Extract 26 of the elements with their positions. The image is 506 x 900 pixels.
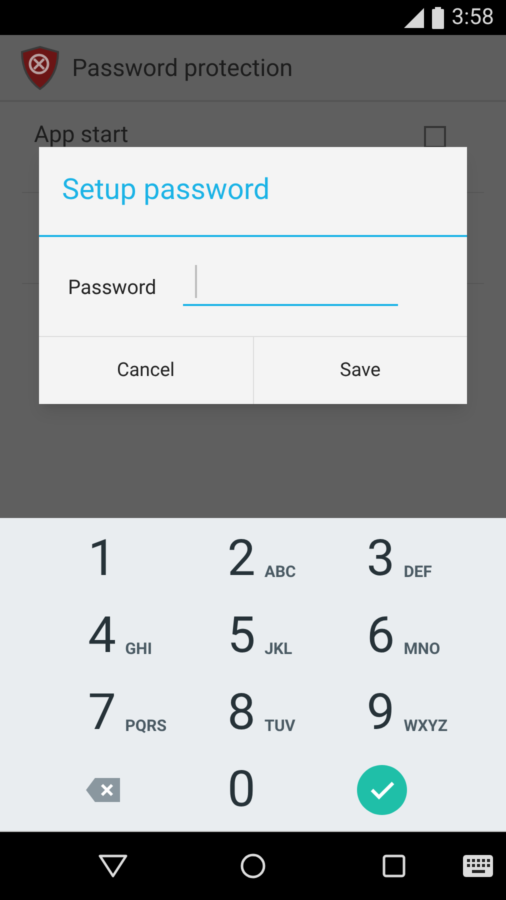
app-title: Password protection (72, 52, 293, 84)
keyboard-icon[interactable] (463, 855, 493, 877)
dialog-title: Setup password (61, 172, 271, 210)
recents-icon[interactable] (382, 854, 406, 878)
keypad-key[interactable]: 5 JKL (227, 610, 292, 661)
dialog-button[interactable]: Save (252, 337, 467, 404)
keypad-key[interactable]: 3 DEF (366, 534, 432, 584)
backspace-icon[interactable] (86, 778, 120, 802)
home-icon[interactable] (240, 853, 266, 879)
keypad-key[interactable]: 9 WXYZ (366, 688, 448, 738)
keypad-key[interactable]: 0 (227, 765, 256, 816)
dialog-button[interactable]: Cancel (39, 337, 252, 404)
keypad-key[interactable]: 2 ABC (227, 534, 296, 584)
keypad-key[interactable]: 6 MNO (366, 610, 440, 661)
battery-icon (432, 6, 444, 28)
field-label: Password (68, 274, 156, 300)
signal-icon (404, 8, 424, 28)
password-field[interactable] (183, 268, 398, 306)
shield-icon (20, 46, 60, 90)
keypad-key[interactable]: 8 TUV (227, 688, 296, 738)
keypad-key[interactable]: 7 PQRS (88, 688, 167, 738)
clock-time: 3:58 (452, 6, 494, 28)
keypad-key[interactable]: 1 (88, 534, 116, 584)
setting-title: App start (34, 120, 128, 150)
keypad-key[interactable]: 4 GHI (88, 610, 152, 661)
back-icon[interactable] (98, 854, 128, 878)
